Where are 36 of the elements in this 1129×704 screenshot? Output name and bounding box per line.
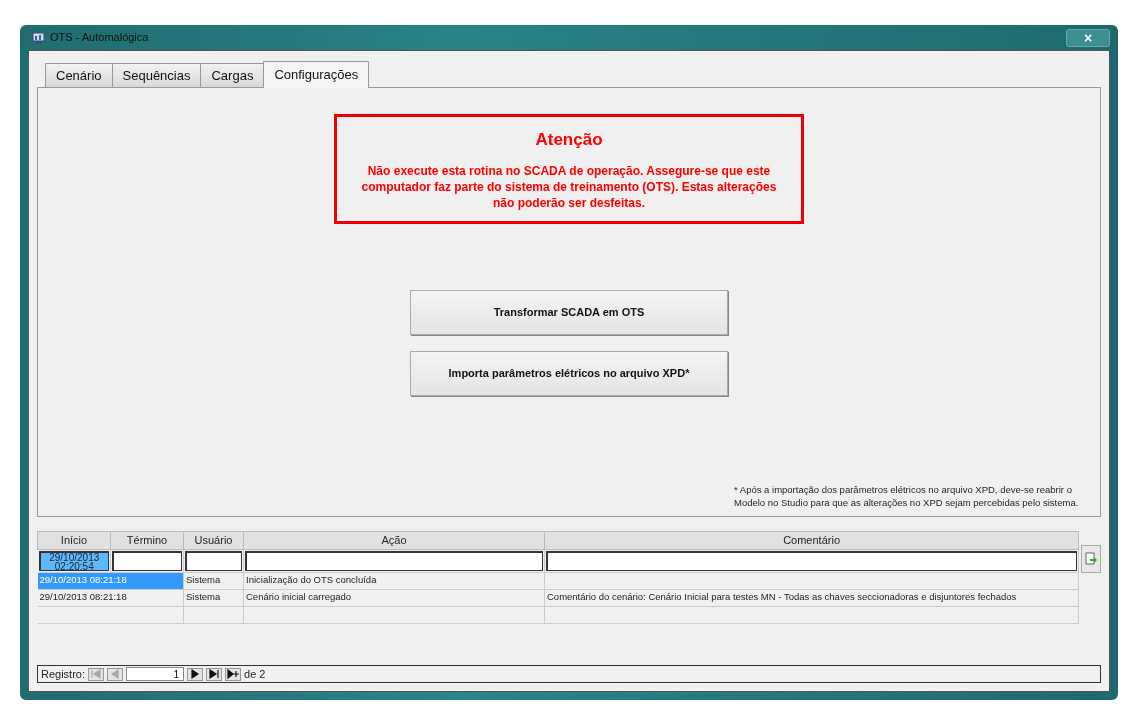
column-header[interactable]: Ação bbox=[243, 531, 545, 549]
filter-field[interactable] bbox=[546, 550, 1078, 571]
filter-field[interactable] bbox=[245, 550, 543, 571]
record-number-field[interactable]: 1 bbox=[126, 667, 185, 681]
tab[interactable]: Cenário bbox=[45, 63, 113, 87]
next-record-button[interactable] bbox=[187, 667, 204, 681]
app-icon bbox=[32, 31, 46, 44]
export-icon bbox=[1084, 552, 1099, 566]
action-button[interactable]: Importa parâmetros elétricos no arquivo XPD* bbox=[410, 351, 728, 397]
column-header[interactable]: Comentário bbox=[544, 531, 1079, 549]
table-cell: Cenário inicial carregado bbox=[243, 589, 545, 606]
filter-field[interactable] bbox=[112, 550, 182, 571]
close-button[interactable]: × bbox=[1066, 28, 1110, 47]
tab[interactable]: Cargas bbox=[200, 63, 265, 87]
warning-title: Atenção bbox=[534, 129, 604, 151]
record-label: Registro: bbox=[41, 666, 86, 682]
warning-message: Não execute esta rotina no SCADA de operação. Assegure-se que este computador faz parte do sistema de treinamento (OTS). Estas alterações não poderão ser desfeitas. bbox=[360, 162, 778, 212]
column-header[interactable]: Término bbox=[110, 531, 184, 549]
column-header[interactable]: Início bbox=[37, 531, 111, 549]
export-button[interactable] bbox=[1081, 545, 1101, 573]
tab[interactable]: Sequências bbox=[111, 63, 202, 87]
new-record-button[interactable] bbox=[225, 667, 242, 681]
window-title: OTS - Automalógica bbox=[50, 30, 149, 46]
table-cell: 29/10/2013 08:21:18 bbox=[37, 589, 184, 606]
column-header[interactable]: Usuário bbox=[183, 531, 244, 549]
filter-field[interactable] bbox=[185, 550, 242, 571]
table-cell: Inicialização do OTS concluída bbox=[243, 572, 545, 589]
footnote-text: * Após a importação dos parâmetros elétricos no arquivo XPD, deve-se reabrir o Modelo no Studio para que as alterações no XPD sejam percebidas pelo sistema. bbox=[734, 484, 1080, 510]
tab[interactable]: Configurações bbox=[263, 61, 370, 88]
table-cell: Comentário do cenário: Cenário Inicial para testes MN - Todas as chaves seccionadoras e disjuntores fechados bbox=[544, 589, 1079, 606]
action-button[interactable]: Transformar SCADA em OTS bbox=[410, 290, 728, 336]
table-cell: Sistema bbox=[183, 572, 244, 589]
last-record-button[interactable] bbox=[206, 667, 223, 681]
table-cell: Sistema bbox=[183, 589, 244, 606]
record-total: de 2 bbox=[244, 666, 266, 682]
filter-field[interactable]: 29/10/2013 02:20:54 bbox=[38, 550, 109, 571]
